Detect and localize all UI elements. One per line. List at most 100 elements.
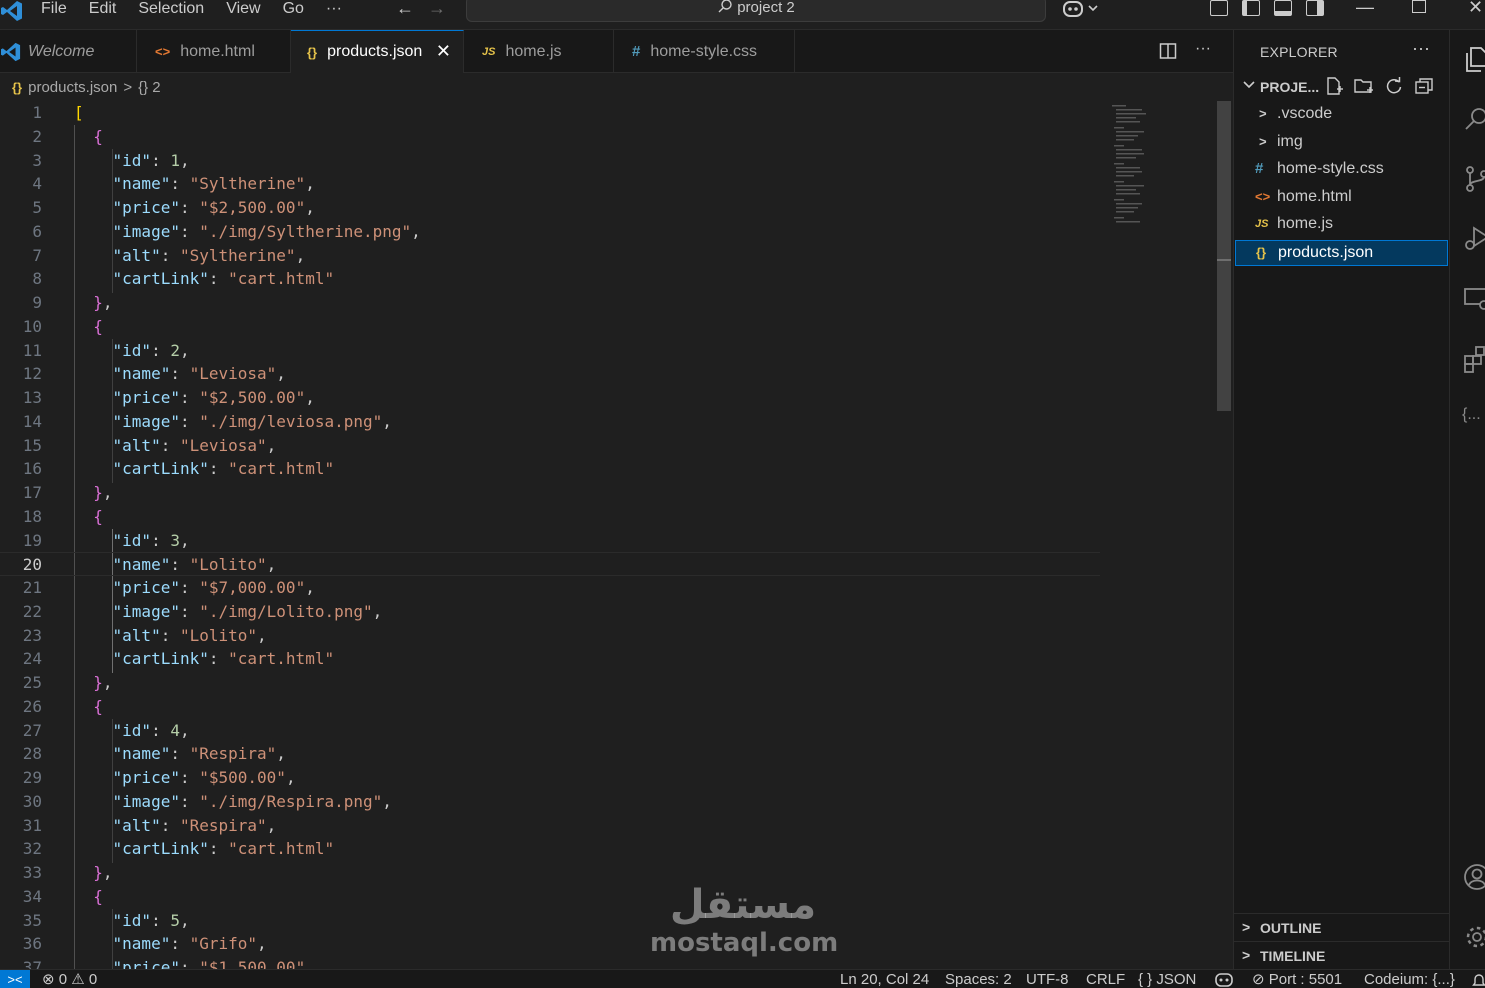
problems-indicator[interactable]: ⊗ 0 ⚠ 0 xyxy=(42,971,97,988)
menu-item-0[interactable]: File xyxy=(30,0,78,22)
code-line[interactable]: 17 }, xyxy=(0,481,1100,505)
tab-home-js[interactable]: JS home.js xyxy=(464,30,614,73)
project-folder-header[interactable]: PROJE... xyxy=(1234,76,1450,100)
code-line[interactable]: 31 "alt": "Respira", xyxy=(0,814,1100,838)
scrollbar-thumb[interactable] xyxy=(1217,101,1231,411)
code-line[interactable]: 22 "image": "./img/Lolito.png", xyxy=(0,600,1100,624)
collapse-all-icon[interactable] xyxy=(1414,76,1434,96)
menu-item-1[interactable]: Edit xyxy=(78,0,128,22)
codeium-status[interactable]: Codeium: {...} xyxy=(1364,971,1455,988)
tree-item-products-json[interactable]: {} products.json xyxy=(1235,239,1448,266)
code-line[interactable]: 16 "cartLink": "cart.html" xyxy=(0,457,1100,481)
end-of-line[interactable]: CRLF xyxy=(1086,971,1125,988)
outline-section[interactable]: > OUTLINE xyxy=(1234,913,1450,941)
minimize-icon[interactable]: — xyxy=(1356,0,1374,16)
search-icon[interactable] xyxy=(1462,104,1485,134)
menu-item-2[interactable]: Selection xyxy=(127,0,215,22)
code-line[interactable]: 28 "name": "Respira", xyxy=(0,742,1100,766)
live-server-port[interactable]: ⊘ Port : 5501 xyxy=(1252,971,1342,988)
tab-home-style-css[interactable]: # home-style.css xyxy=(614,30,795,73)
code-line[interactable]: 6 "image": "./img/Syltherine.png", xyxy=(0,220,1100,244)
tab-home-html[interactable]: <> home.html xyxy=(137,30,291,73)
code-editor[interactable]: 1[2 {3 "id": 1, 4 "name": "Syltherine", 5 … xyxy=(0,101,1233,969)
tree-item-img[interactable]: > img xyxy=(1235,130,1448,156)
timeline-section[interactable]: > TIMELINE xyxy=(1234,941,1450,969)
codeium-icon[interactable]: {... xyxy=(1462,406,1485,436)
indentation[interactable]: Spaces: 2 xyxy=(945,971,1012,988)
explorer-more-icon[interactable]: ··· xyxy=(1412,38,1430,59)
code-line[interactable]: 34 { xyxy=(0,885,1100,909)
code-line[interactable]: 9 }, xyxy=(0,291,1100,315)
language-mode[interactable]: { } JSON xyxy=(1138,971,1196,988)
forward-arrow-icon[interactable]: → xyxy=(428,0,446,17)
code-line[interactable]: 11 "id": 2, xyxy=(0,339,1100,363)
notifications-bell-icon[interactable] xyxy=(1472,972,1485,988)
copilot-icon[interactable] xyxy=(1062,0,1102,20)
code-line[interactable]: 14 "image": "./img/leviosa.png", xyxy=(0,410,1100,434)
close-tab-icon[interactable]: ✕ xyxy=(436,42,451,60)
menu-item-4[interactable]: Go xyxy=(272,0,315,22)
tab-welcome[interactable]: Welcome xyxy=(0,30,137,73)
code-line[interactable]: 1[ xyxy=(0,101,1100,125)
code-line[interactable]: 7 "alt": "Syltherine", xyxy=(0,244,1100,268)
code-line[interactable]: 19 "id": 3, xyxy=(0,529,1100,553)
code-line[interactable]: 18 { xyxy=(0,505,1100,529)
code-line[interactable]: 24 "cartLink": "cart.html" xyxy=(0,647,1100,671)
copilot-status-icon[interactable] xyxy=(1215,972,1233,988)
code-line[interactable]: 35 "id": 5, xyxy=(0,909,1100,933)
toggle-panel-icon[interactable] xyxy=(1274,0,1292,16)
toggle-secondary-sidebar-icon[interactable] xyxy=(1306,0,1324,16)
code-line[interactable]: 30 "image": "./img/Respira.png", xyxy=(0,790,1100,814)
maximize-icon[interactable] xyxy=(1412,0,1426,13)
tree-item-vscode[interactable]: > .vscode xyxy=(1235,102,1448,128)
remote-explorer-icon[interactable] xyxy=(1462,284,1485,314)
menu-item-3[interactable]: View xyxy=(215,0,271,22)
code-line[interactable]: 37 "price": "$1,500.00" xyxy=(0,956,1100,969)
menu-item-5[interactable]: ··· xyxy=(315,0,353,22)
code-line[interactable]: 10 { xyxy=(0,315,1100,339)
tree-item-home-js[interactable]: JS home.js xyxy=(1235,212,1448,238)
more-actions-icon[interactable]: ··· xyxy=(1195,41,1211,60)
code-line[interactable]: 26 { xyxy=(0,695,1100,719)
code-line[interactable]: 4 "name": "Syltherine", xyxy=(0,172,1100,196)
refresh-icon[interactable] xyxy=(1384,76,1404,96)
extensions-icon[interactable] xyxy=(1462,344,1485,374)
minimap[interactable] xyxy=(1110,101,1150,231)
tree-item-home-style-css[interactable]: # home-style.css xyxy=(1235,157,1448,183)
breadcrumb-node[interactable]: {} 2 xyxy=(138,79,161,96)
split-editor-icon[interactable] xyxy=(1159,42,1177,60)
code-line[interactable]: 27 "id": 4, xyxy=(0,719,1100,743)
code-line[interactable]: 12 "name": "Leviosa", xyxy=(0,362,1100,386)
run-debug-icon[interactable] xyxy=(1462,224,1485,254)
source-control-icon[interactable] xyxy=(1462,164,1485,194)
code-line[interactable]: 2 { xyxy=(0,125,1100,149)
code-line[interactable]: 15 "alt": "Leviosa", xyxy=(0,434,1100,458)
remote-indicator-icon[interactable]: >< xyxy=(0,970,30,988)
code-line[interactable]: 3 "id": 1, xyxy=(0,149,1100,173)
customize-layout-icon[interactable] xyxy=(1210,0,1228,16)
code-line[interactable]: 20 "name": "Lolito", xyxy=(0,552,1100,577)
code-line[interactable]: 33 }, xyxy=(0,861,1100,885)
code-line[interactable]: 29 "price": "$500.00", xyxy=(0,766,1100,790)
code-line[interactable]: 32 "cartLink": "cart.html" xyxy=(0,837,1100,861)
code-line[interactable]: 25 }, xyxy=(0,671,1100,695)
code-line[interactable]: 23 "alt": "Lolito", xyxy=(0,624,1100,648)
new-file-icon[interactable] xyxy=(1324,76,1344,96)
encoding[interactable]: UTF-8 xyxy=(1026,971,1069,988)
cursor-position[interactable]: Ln 20, Col 24 xyxy=(840,971,929,988)
command-center-search[interactable]: project 2 xyxy=(466,0,1046,22)
back-arrow-icon[interactable]: ← xyxy=(396,0,414,17)
new-folder-icon[interactable] xyxy=(1354,76,1374,96)
accounts-icon[interactable] xyxy=(1462,862,1485,892)
code-line[interactable]: 21 "price": "$7,000.00", xyxy=(0,576,1100,600)
editor-scrollbar[interactable] xyxy=(1217,101,1231,969)
code-line[interactable]: 8 "cartLink": "cart.html" xyxy=(0,267,1100,291)
breadcrumb-file[interactable]: products.json xyxy=(28,79,117,96)
code-line[interactable]: 13 "price": "$2,500.00", xyxy=(0,386,1100,410)
tab-products-json[interactable]: {} products.json ✕ xyxy=(291,30,464,73)
explorer-files-icon[interactable] xyxy=(1462,44,1485,74)
close-window-icon[interactable]: ✕ xyxy=(1468,0,1483,16)
code-line[interactable]: 36 "name": "Grifo", xyxy=(0,932,1100,956)
tree-item-home-html[interactable]: <> home.html xyxy=(1235,185,1448,211)
toggle-primary-sidebar-icon[interactable] xyxy=(1242,0,1260,16)
